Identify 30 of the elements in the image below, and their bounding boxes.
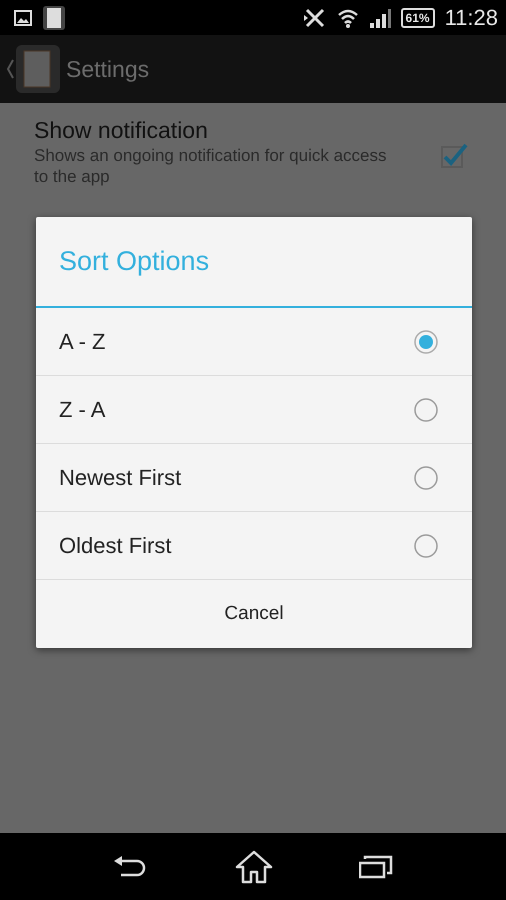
dialog-title: Sort Options <box>36 217 472 308</box>
sort-option[interactable]: Oldest First <box>36 512 472 580</box>
screen-title: Settings <box>66 54 150 84</box>
option-label: Oldest First <box>59 532 172 560</box>
sort-option[interactable]: A - Z <box>36 308 472 376</box>
sort-option[interactable]: Newest First <box>36 444 472 512</box>
checkbox[interactable] <box>440 141 468 169</box>
option-label: Z - A <box>59 396 106 424</box>
radio-button[interactable] <box>413 464 439 490</box>
radio-button[interactable] <box>413 396 439 422</box>
back-button[interactable] <box>6 45 60 93</box>
recent-apps-icon[interactable] <box>359 854 393 878</box>
radio-button[interactable] <box>413 532 439 558</box>
image-icon <box>14 10 32 26</box>
clipboard-icon <box>42 4 66 30</box>
bluetooth-off-icon <box>302 6 327 28</box>
battery-indicator: 61% <box>400 8 435 28</box>
cancel-button[interactable]: Cancel <box>36 580 472 648</box>
setting-summary: Shows an ongoing notification for quick access to the app <box>34 144 388 188</box>
signal-icon <box>368 8 391 28</box>
radio-button[interactable] <box>413 328 439 354</box>
option-label: Newest First <box>59 464 182 492</box>
status-time: 11:28 <box>444 4 498 32</box>
home-icon[interactable] <box>235 850 273 884</box>
wifi-icon <box>336 6 359 28</box>
option-label: A - Z <box>59 328 106 356</box>
back-chevron-icon <box>6 58 14 80</box>
setting-title: Show notification <box>34 117 209 145</box>
clipboard-icon <box>16 45 60 93</box>
sort-option[interactable]: Z - A <box>36 376 472 444</box>
